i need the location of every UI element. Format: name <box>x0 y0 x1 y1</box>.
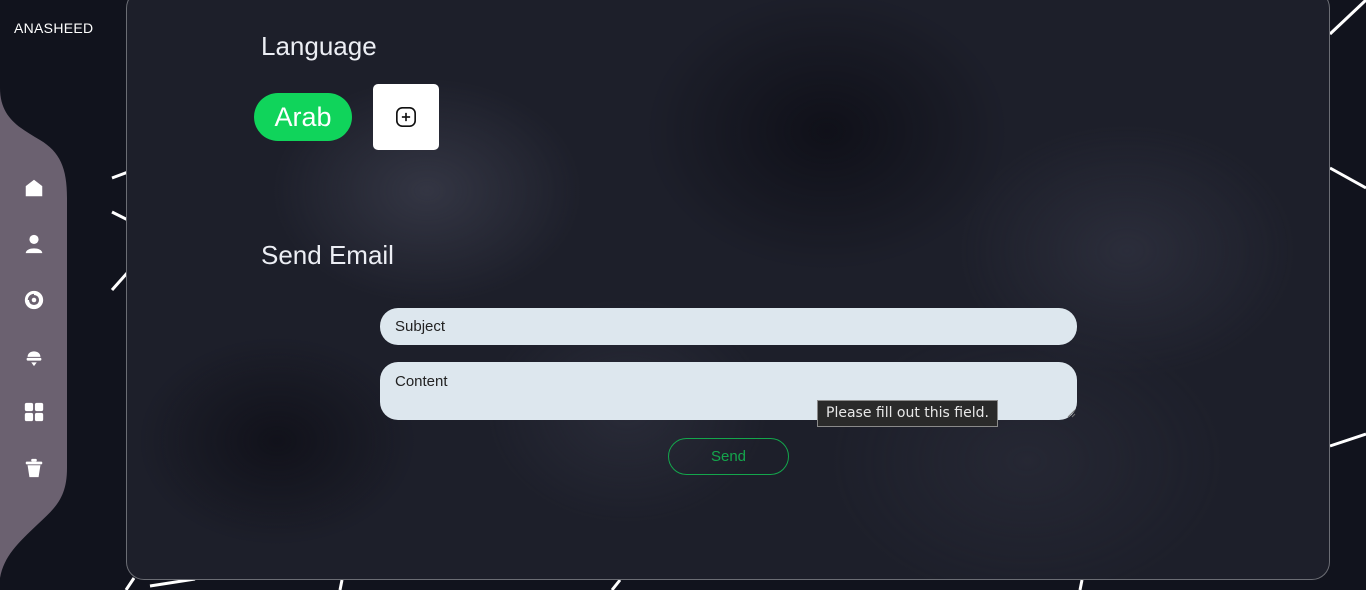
sidebar-item-profile[interactable] <box>20 230 48 258</box>
disc-icon <box>24 290 44 310</box>
sidebar-item-notifications[interactable] <box>20 342 48 370</box>
trash-icon <box>25 458 43 478</box>
sidebar-item-music[interactable] <box>20 286 48 314</box>
send-email-section-title: Send Email <box>261 240 394 270</box>
sidebar-item-dashboard[interactable] <box>20 398 48 426</box>
add-language-button[interactable] <box>373 84 439 150</box>
language-chip-selected[interactable]: Arab <box>254 93 352 141</box>
validation-tooltip: Please fill out this field. <box>817 400 998 427</box>
sidebar-item-home[interactable] <box>20 174 48 202</box>
textarea-resize-handle[interactable] <box>1066 408 1076 418</box>
app-brand: ANASHEED <box>14 20 94 36</box>
home-icon <box>25 179 43 197</box>
subject-input[interactable]: Subject <box>380 308 1077 345</box>
user-icon <box>25 234 43 254</box>
main-panel <box>126 0 1330 580</box>
grid-icon <box>24 402 44 422</box>
language-section-title: Language <box>261 31 377 61</box>
bell-icon <box>26 351 42 367</box>
add-square-icon <box>396 107 416 127</box>
sidebar-item-trash[interactable] <box>20 454 48 482</box>
send-button[interactable]: Send <box>668 438 789 475</box>
sidebar-background <box>0 88 67 578</box>
